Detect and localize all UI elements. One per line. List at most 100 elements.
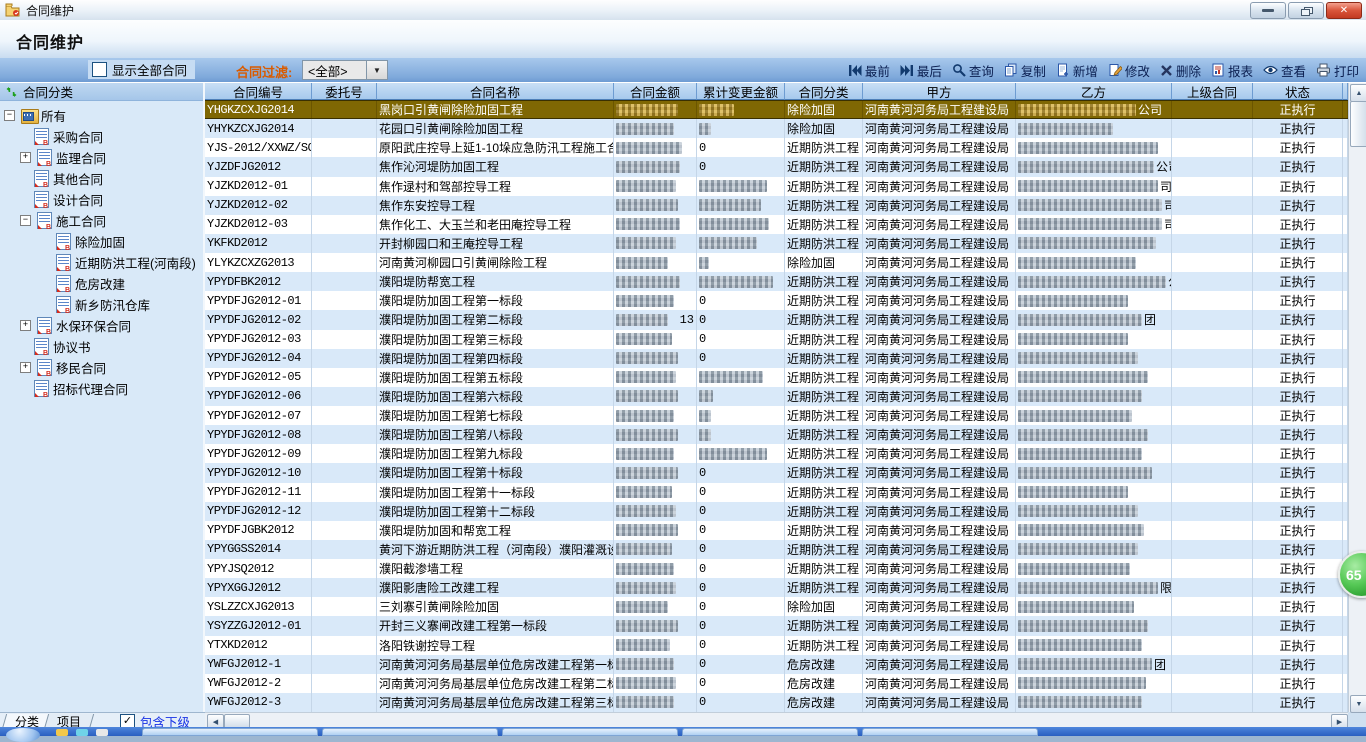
tree-item-近期防洪工程(河南段)[interactable]: B近期防洪工程(河南段) bbox=[0, 252, 196, 273]
toolbar-button-copy[interactable]: 复制 bbox=[999, 61, 1051, 80]
expand-icon[interactable]: + bbox=[20, 152, 31, 163]
tree-item-其他合同[interactable]: B其他合同 bbox=[0, 168, 103, 189]
column-header-合同编号[interactable]: 合同编号 bbox=[205, 83, 312, 100]
tree-item-设计合同[interactable]: B设计合同 bbox=[0, 189, 103, 210]
toolbar-button-last[interactable]: 最后 bbox=[895, 61, 947, 80]
collapse-icon[interactable]: − bbox=[4, 110, 15, 121]
table-row[interactable]: YPYXGGJ2012濮阳影唐险工改建工程0近期防洪工程（河南黄河河务局工程建设… bbox=[205, 578, 1348, 597]
quick-launch-icon[interactable] bbox=[76, 729, 88, 736]
quick-launch-icon[interactable] bbox=[96, 729, 108, 736]
table-row[interactable]: YWFGJ2012-2河南黄河河务局基层单位危房改建工程第二标段0危房改建河南黄… bbox=[205, 674, 1348, 693]
party-b-suffix: 公司 bbox=[1156, 158, 1172, 175]
column-header-合同名称[interactable]: 合同名称 bbox=[377, 83, 614, 100]
table-row[interactable]: YPYDFJG2012-04濮阳堤防加固工程第四标段0近期防洪工程（河南黄河河务… bbox=[205, 349, 1348, 368]
table-row[interactable]: YLYKZCXZG2013河南黄河柳园口引黄闸除险工程除险加固河南黄河河务局工程… bbox=[205, 253, 1348, 272]
cell-contract-amount bbox=[614, 349, 697, 368]
taskbar-window-button[interactable] bbox=[862, 728, 1038, 736]
toolbar-button-report[interactable]: 报表 bbox=[1206, 61, 1258, 80]
tree-item-新乡防汛仓库[interactable]: B新乡防汛仓库 bbox=[0, 294, 150, 315]
expand-icon[interactable]: + bbox=[20, 362, 31, 373]
tree-item-施工合同[interactable]: −B施工合同 bbox=[0, 210, 106, 231]
table-row[interactable]: YPYDFJG2012-05濮阳堤防加固工程第五标段近期防洪工程（河南黄河河务局… bbox=[205, 368, 1348, 387]
table-row[interactable]: YPYDFJG2012-02濮阳堤防加固工程第二标段130近期防洪工程（河南黄河… bbox=[205, 310, 1348, 329]
table-row[interactable]: YPYDFJG2012-11濮阳堤防加固工程第十一标段0近期防洪工程（河南黄河河… bbox=[205, 483, 1348, 502]
table-row[interactable]: YPYDFJG2012-09濮阳堤防加固工程第九标段近期防洪工程（河南黄河河务局… bbox=[205, 444, 1348, 463]
close-button[interactable]: ✕ bbox=[1326, 2, 1362, 19]
table-row[interactable]: YJZKD2012-01焦作逯村和驾部控导工程近期防洪工程（河南黄河河务局工程建… bbox=[205, 177, 1348, 196]
taskbar-window-button[interactable] bbox=[682, 728, 858, 736]
table-row[interactable]: YPYDFJG2012-07濮阳堤防加固工程第七标段近期防洪工程（河南黄河河务局… bbox=[205, 406, 1348, 425]
column-header-累计变更金额[interactable]: 累计变更金额 bbox=[697, 83, 785, 100]
table-row[interactable]: YSYZZGJ2012-01开封三义寨闸改建工程第一标段0近期防洪工程（河南黄河… bbox=[205, 616, 1348, 635]
tree-item-协议书[interactable]: B协议书 bbox=[0, 336, 91, 357]
refresh-icon[interactable] bbox=[6, 86, 17, 98]
column-header-状态[interactable]: 状态 bbox=[1253, 83, 1343, 100]
tree-item-招标代理合同[interactable]: B招标代理合同 bbox=[0, 378, 128, 399]
table-row[interactable]: YPYDFJG2012-06濮阳堤防加固工程第六标段近期防洪工程（河南黄河河务局… bbox=[205, 387, 1348, 406]
vertical-scrollbar[interactable]: ▲ ▼ bbox=[1348, 83, 1366, 712]
redacted-amount bbox=[616, 123, 674, 135]
toolbar-button-delete[interactable]: 删除 bbox=[1155, 61, 1206, 80]
table-row[interactable]: YPYDFJG2012-12濮阳堤防加固工程第十二标段0近期防洪工程（河南黄河河… bbox=[205, 502, 1348, 521]
tree-item-危房改建[interactable]: B危房改建 bbox=[0, 273, 125, 294]
table-row[interactable]: YHYKZCXJG2014花园口引黄闸除险加固工程除险加固河南黄河河务局工程建设… bbox=[205, 119, 1348, 138]
column-header-委托号[interactable]: 委托号 bbox=[312, 83, 377, 100]
table-row[interactable]: YJZKD2012-02焦作东安控导工程近期防洪工程（河南黄河河务局工程建设局司… bbox=[205, 196, 1348, 215]
tree-item-水保环保合同[interactable]: +B水保环保合同 bbox=[0, 315, 131, 336]
cell-category: 近期防洪工程（ bbox=[785, 177, 863, 196]
table-row[interactable]: YTXKD2012洛阳铁谢控导工程0近期防洪工程（河南黄河河务局工程建设局正执行 bbox=[205, 636, 1348, 655]
tree-item-除险加固[interactable]: B除险加固 bbox=[0, 231, 125, 252]
table-row[interactable]: YPYJSQ2012濮阳截渗墙工程0近期防洪工程（河南黄河河务局工程建设局正执行 bbox=[205, 559, 1348, 578]
table-row[interactable]: YPYGGSS2014黄河下游近期防洪工程（河南段）濮阳灌溉设施0近期防洪工程（… bbox=[205, 540, 1348, 559]
column-header-上级合同[interactable]: 上级合同 bbox=[1172, 83, 1253, 100]
table-row[interactable]: YPYDFJG2012-10濮阳堤防加固工程第十标段0近期防洪工程（河南黄河河务… bbox=[205, 463, 1348, 482]
collapse-icon[interactable]: − bbox=[20, 215, 31, 226]
table-row[interactable]: YPYDFBK2012濮阳堤防帮宽工程近期防洪工程（河南黄河河务局工程建设局公正… bbox=[205, 272, 1348, 291]
taskbar-window-button[interactable] bbox=[142, 728, 318, 736]
cell-contract-amount bbox=[614, 636, 697, 655]
table-row[interactable]: YHGKZCXJG2014黑岗口引黄闸除险加固工程除险加固河南黄河河务局工程建设… bbox=[205, 100, 1348, 119]
scroll-up-button[interactable]: ▲ bbox=[1350, 84, 1366, 102]
toolbar-button-view[interactable]: 查看 bbox=[1258, 61, 1311, 80]
table-row[interactable]: YJZDFJG2012焦作沁河堤防加固工程0近期防洪工程（河南黄河河务局工程建设… bbox=[205, 157, 1348, 176]
scroll-down-button[interactable]: ▼ bbox=[1350, 695, 1366, 713]
cell-party-a: 河南黄河河务局工程建设局 bbox=[863, 177, 1016, 196]
taskbar-window-button[interactable] bbox=[322, 728, 498, 736]
tree-item-所有[interactable]: −所有 bbox=[0, 105, 66, 126]
table-row[interactable]: YWFGJ2012-3河南黄河河务局基层单位危房改建工程第三标段0危房改建河南黄… bbox=[205, 693, 1348, 712]
contract-filter-select[interactable]: <全部> bbox=[302, 60, 371, 80]
expand-icon[interactable]: + bbox=[20, 320, 31, 331]
redacted-amount bbox=[616, 295, 674, 307]
table-row[interactable]: YPYDFJGBK2012濮阳堤防加固和帮宽工程0近期防洪工程（河南黄河河务局工… bbox=[205, 521, 1348, 540]
column-header-甲方[interactable]: 甲方 bbox=[863, 83, 1016, 100]
column-header-合同分类[interactable]: 合同分类 bbox=[785, 83, 863, 100]
toolbar-button-search[interactable]: 查询 bbox=[947, 61, 999, 80]
show-all-contracts-checkbox[interactable]: 显示全部合同 bbox=[88, 60, 195, 79]
minimize-button[interactable] bbox=[1250, 2, 1286, 19]
toolbar-button-new[interactable]: 新增 bbox=[1051, 61, 1103, 80]
taskbar-window-button[interactable] bbox=[502, 728, 678, 736]
toolbar-button-print[interactable]: 打印 bbox=[1311, 61, 1364, 80]
table-row[interactable]: YJS-2012/XXWZ/SG原阳武庄控导上延1-10垛应急防汛工程施工合同0… bbox=[205, 138, 1348, 157]
table-row[interactable]: YPYDFJG2012-03濮阳堤防加固工程第三标段0近期防洪工程（河南黄河河务… bbox=[205, 330, 1348, 349]
toolbar-button-label: 查看 bbox=[1281, 61, 1306, 80]
tree-item-移民合同[interactable]: +B移民合同 bbox=[0, 357, 106, 378]
restore-button[interactable] bbox=[1288, 2, 1324, 19]
filter-dropdown-button[interactable]: ▼ bbox=[366, 60, 388, 80]
tree-item-采购合同[interactable]: B采购合同 bbox=[0, 126, 103, 147]
toolbar-button-edit[interactable]: 修改 bbox=[1103, 61, 1155, 80]
table-row[interactable]: YPYDFJG2012-01濮阳堤防加固工程第一标段0近期防洪工程（河南黄河河务… bbox=[205, 291, 1348, 310]
tree-item-监理合同[interactable]: +B监理合同 bbox=[0, 147, 106, 168]
column-header-乙方[interactable]: 乙方 bbox=[1016, 83, 1172, 100]
vertical-scroll-thumb[interactable] bbox=[1350, 101, 1366, 147]
start-button[interactable] bbox=[6, 728, 40, 742]
quick-launch-icon[interactable] bbox=[56, 729, 68, 736]
table-row[interactable]: YJZKD2012-03焦作化工、大玉兰和老田庵控导工程近期防洪工程（河南黄河河… bbox=[205, 215, 1348, 234]
table-row[interactable]: YPYDFJG2012-08濮阳堤防加固工程第八标段近期防洪工程（河南黄河河务局… bbox=[205, 425, 1348, 444]
table-row[interactable]: YKFKD2012开封柳园口和王庵控导工程近期防洪工程（河南黄河河务局工程建设局… bbox=[205, 234, 1348, 253]
column-header-合同金额[interactable]: 合同金额 bbox=[614, 83, 697, 100]
table-row[interactable]: YWFGJ2012-1河南黄河河务局基层单位危房改建工程第一标段0危房改建河南黄… bbox=[205, 655, 1348, 674]
cell-contract-code: YPYDFJG2012-09 bbox=[205, 444, 312, 463]
table-row[interactable]: YSLZZCXJG2013三刘寨引黄闸除险加固0除险加固河南黄河河务局工程建设局… bbox=[205, 597, 1348, 616]
toolbar-button-first[interactable]: 最前 bbox=[843, 61, 895, 80]
